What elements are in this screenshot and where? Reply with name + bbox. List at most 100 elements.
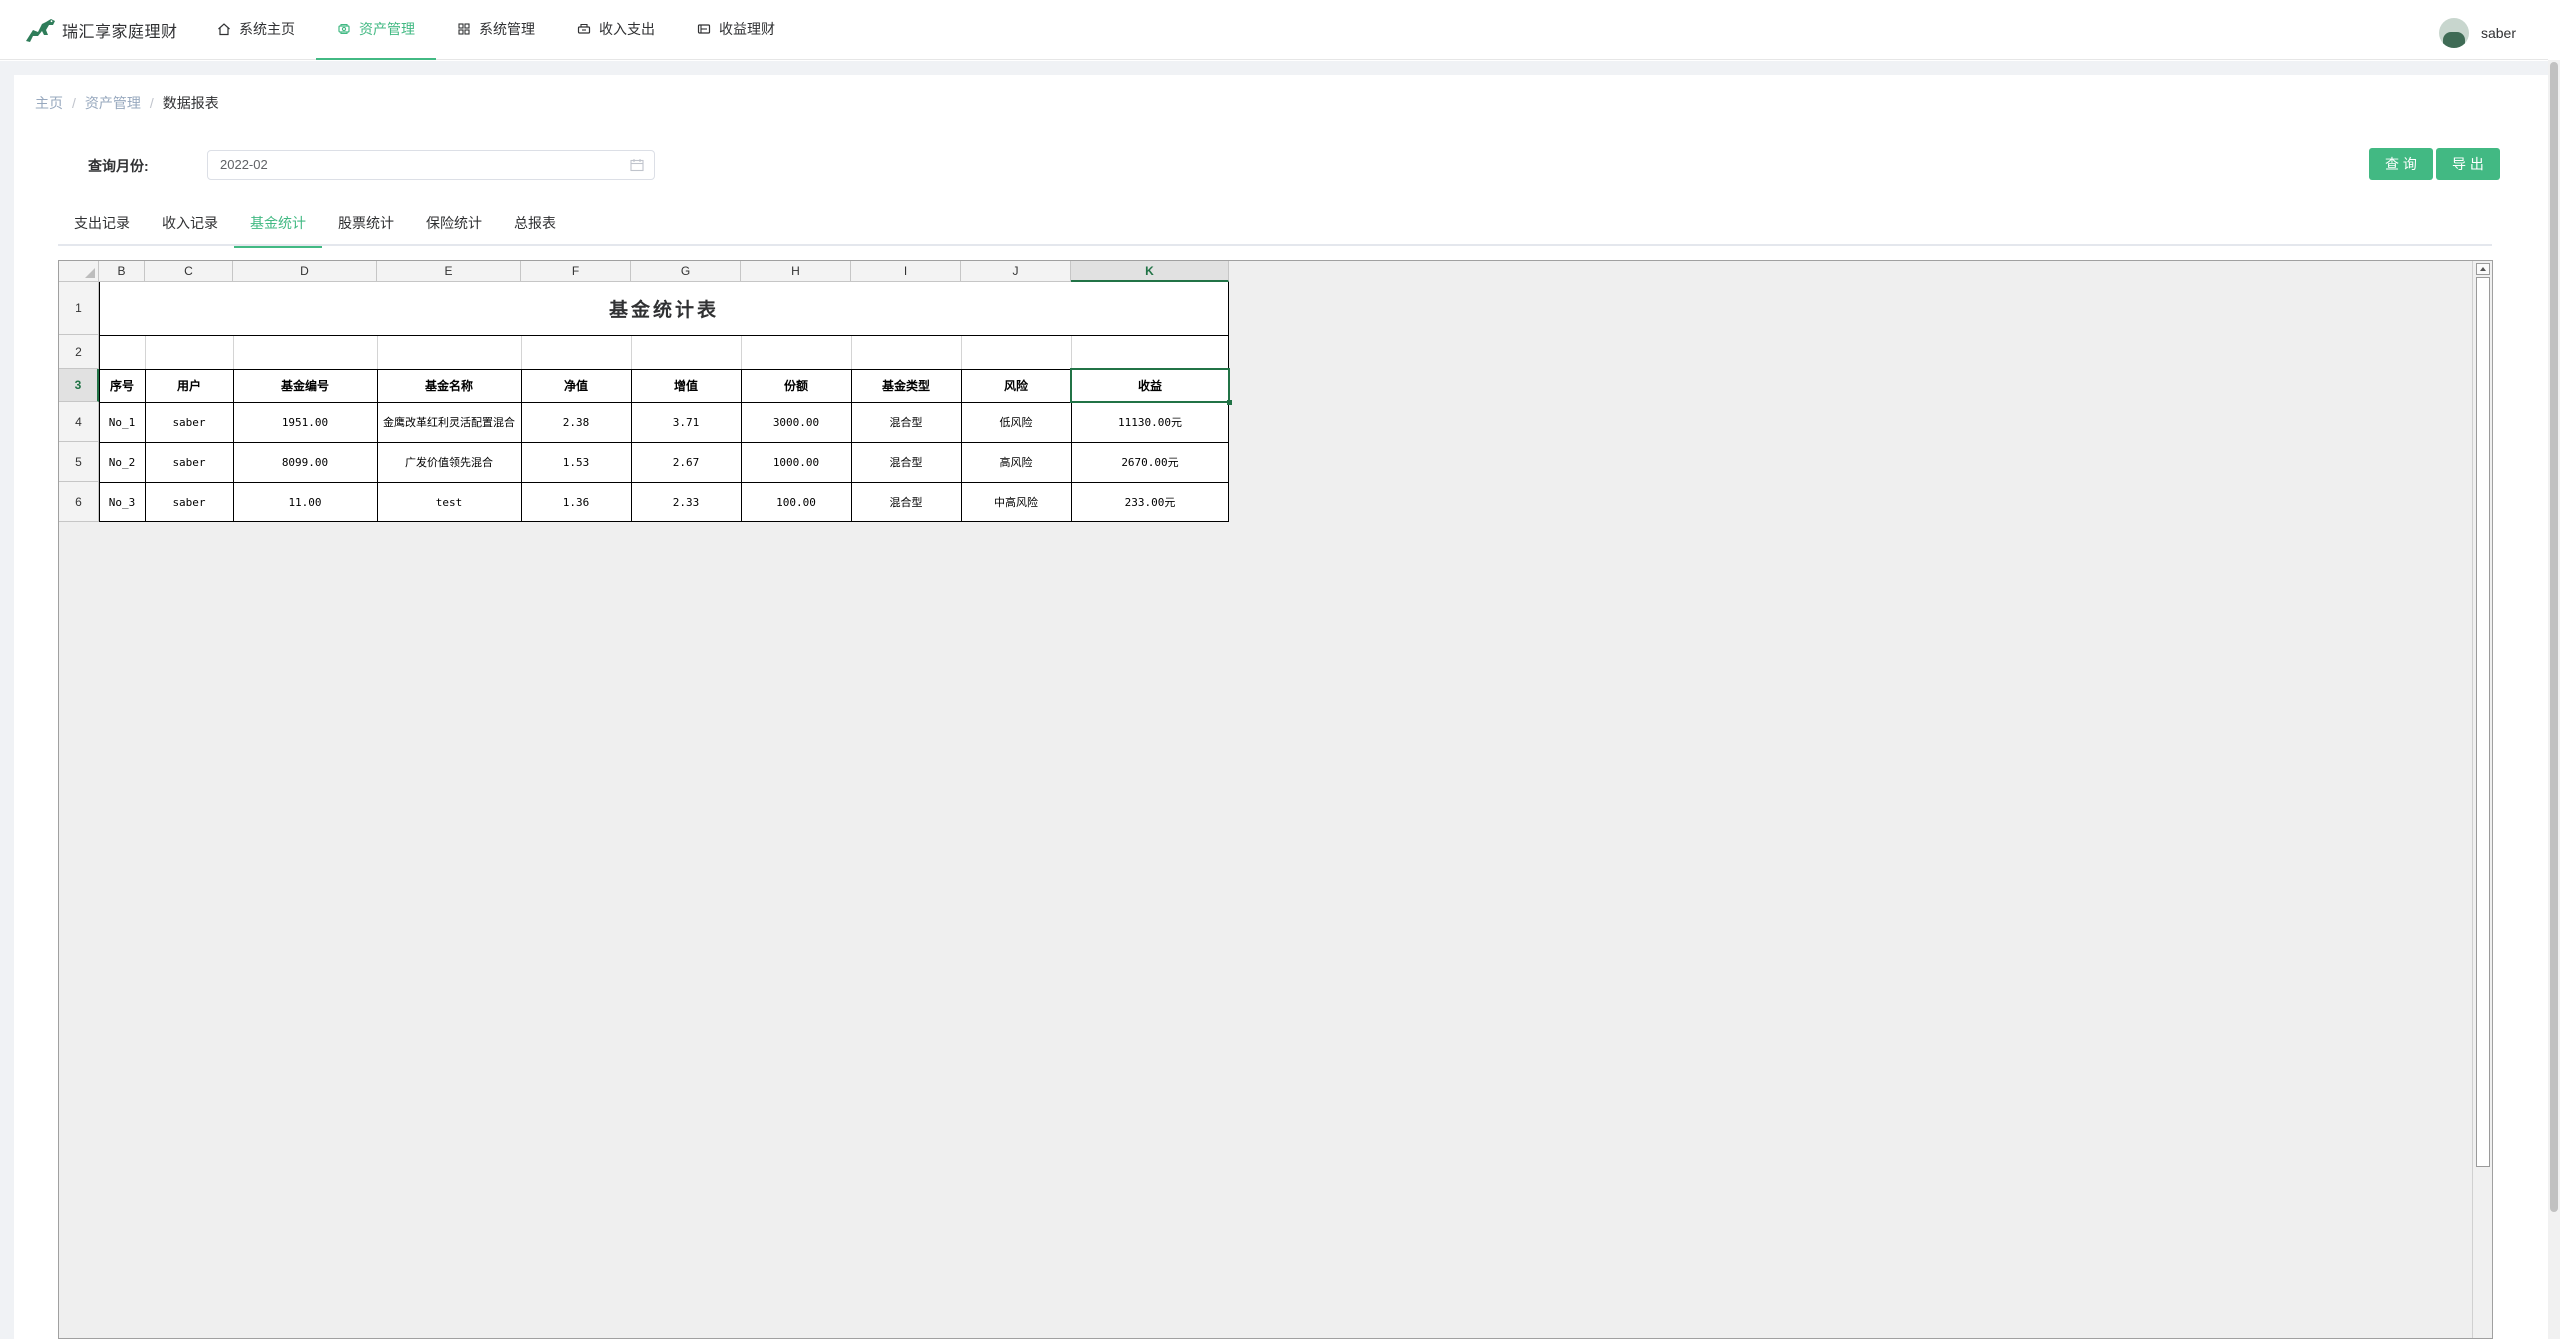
tab-3[interactable]: 股票统计: [322, 208, 410, 246]
username: saber: [2480, 25, 2516, 41]
sheet-title[interactable]: 基金统计表: [99, 282, 1229, 335]
table-cell[interactable]: 2.67: [631, 442, 741, 482]
app-title: 瑞汇享家庭理财: [62, 24, 178, 41]
table-header-cell[interactable]: 序号: [99, 369, 145, 402]
table-cell[interactable]: saber: [145, 442, 233, 482]
report-tabs: 支出记录 收入记录 基金统计 股票统计 保险统计 总报表: [58, 208, 2492, 248]
column-header[interactable]: B: [99, 261, 145, 282]
nav-item-3[interactable]: 收入支出: [556, 0, 676, 60]
table-cell[interactable]: 11130.00元: [1071, 402, 1229, 442]
table-cell[interactable]: 100.00: [741, 482, 851, 522]
tab-5[interactable]: 总报表: [498, 208, 572, 246]
table-cell[interactable]: test: [377, 482, 521, 522]
table-cell[interactable]: 2.38: [521, 402, 631, 442]
main-menu: 系统主页 资产管理 系统管理 收入支出 收益理财: [196, 0, 796, 60]
nav-item-4[interactable]: 收益理财: [676, 0, 796, 60]
column-header[interactable]: D: [233, 261, 377, 282]
table-cell[interactable]: 3.71: [631, 402, 741, 442]
finance-icon: [697, 24, 711, 34]
app-logo[interactable]: 瑞汇享家庭理财: [24, 16, 178, 44]
table-header-cell[interactable]: 增值: [631, 369, 741, 402]
table-cell[interactable]: 广发价值领先混合: [377, 442, 521, 482]
column-header[interactable]: E: [377, 261, 521, 282]
tab-1[interactable]: 收入记录: [146, 208, 234, 246]
content-gutter-top: [0, 61, 2548, 75]
content-gutter-left: [0, 61, 14, 1339]
table-cell[interactable]: 低风险: [961, 402, 1071, 442]
table-cell[interactable]: 2.33: [631, 482, 741, 522]
table-cell[interactable]: 高风险: [961, 442, 1071, 482]
asset-icon: [338, 23, 350, 35]
nav-item-label: 系统管理: [479, 21, 535, 37]
table-header-cell[interactable]: 基金类型: [851, 369, 961, 402]
nav-item-1[interactable]: 资产管理: [316, 0, 436, 60]
column-header[interactable]: K: [1071, 261, 1229, 282]
month-picker-input[interactable]: 2022-02: [207, 150, 655, 180]
row-header[interactable]: 1: [59, 282, 99, 335]
row-header[interactable]: 5: [59, 442, 99, 482]
column-header[interactable]: G: [631, 261, 741, 282]
table-cell[interactable]: No_1: [99, 402, 145, 442]
month-value: 2022-02: [220, 157, 268, 172]
tab-4[interactable]: 保险统计: [410, 208, 498, 246]
table-cell[interactable]: 1000.00: [741, 442, 851, 482]
column-header[interactable]: F: [521, 261, 631, 282]
row-header[interactable]: 3: [59, 369, 99, 402]
spreadsheet[interactable]: BCDEFGHIJK 123456 基金统计表序号 用户 基金编号 基金名称 净值 增值份…: [58, 260, 2493, 1339]
home-icon: [218, 23, 230, 36]
tab-2[interactable]: 基金统计: [234, 208, 322, 248]
table-cell[interactable]: saber: [145, 482, 233, 522]
grid-icon: [458, 23, 470, 35]
table-header-cell[interactable]: 风险: [961, 369, 1071, 402]
breadcrumb: 主页 / 资产管理 / 数据报表: [35, 95, 219, 111]
tab-0[interactable]: 支出记录: [58, 208, 146, 246]
table-header-cell[interactable]: 基金名称: [377, 369, 521, 402]
breadcrumb-home[interactable]: 主页: [35, 95, 63, 111]
row-header[interactable]: 2: [59, 335, 99, 369]
calendar-icon: [630, 159, 644, 172]
table-cell[interactable]: 金鹰改革红利灵活配置混合: [377, 402, 521, 442]
export-button[interactable]: 导 出: [2436, 148, 2500, 180]
avatar[interactable]: [2438, 18, 2469, 48]
table-cell[interactable]: 混合型: [851, 442, 961, 482]
table-header-cell[interactable]: 净值: [521, 369, 631, 402]
active-cell-selection[interactable]: [1070, 368, 1232, 405]
breadcrumb-asset-management[interactable]: 资产管理: [85, 95, 141, 111]
user-menu[interactable]: saber: [2438, 18, 2516, 48]
nav-item-0[interactable]: 系统主页: [196, 0, 316, 60]
table-cell[interactable]: 11.00: [233, 482, 377, 522]
table-cell[interactable]: 3000.00: [741, 402, 851, 442]
month-label: 查询月份:: [88, 158, 149, 174]
row-header[interactable]: 4: [59, 402, 99, 442]
column-header[interactable]: J: [961, 261, 1071, 282]
table-cell[interactable]: 混合型: [851, 402, 961, 442]
query-button[interactable]: 查 询: [2369, 148, 2433, 180]
row-header[interactable]: 6: [59, 482, 99, 522]
scroll-up-arrow[interactable]: [2476, 263, 2490, 275]
table-cell[interactable]: 中高风险: [961, 482, 1071, 522]
nav-item-2[interactable]: 系统管理: [436, 0, 556, 60]
table-cell[interactable]: 1951.00: [233, 402, 377, 442]
table-cell[interactable]: No_2: [99, 442, 145, 482]
scroll-thumb[interactable]: [2476, 277, 2490, 1167]
table-cell[interactable]: 混合型: [851, 482, 961, 522]
sheet-grid[interactable]: 基金统计表 序号 用户 基金编号 基金名称 净值 增值 份额 基金类型 风险 收益 No_1 saber…: [99, 282, 1232, 522]
sheet-vertical-scrollbar[interactable]: [2472, 261, 2492, 1338]
table-cell[interactable]: 1.36: [521, 482, 631, 522]
column-header[interactable]: C: [145, 261, 233, 282]
column-header[interactable]: I: [851, 261, 961, 282]
page-scrollbar[interactable]: [2548, 60, 2560, 1339]
table-cell[interactable]: 2670.00元: [1071, 442, 1229, 482]
table-header-cell[interactable]: 用户: [145, 369, 233, 402]
table-cell[interactable]: 8099.00: [233, 442, 377, 482]
table-cell[interactable]: 233.00元: [1071, 482, 1229, 522]
table-header-cell[interactable]: 基金编号: [233, 369, 377, 402]
select-all-corner[interactable]: [59, 261, 99, 282]
breadcrumb-current: 数据报表: [162, 95, 219, 111]
table-cell[interactable]: No_3: [99, 482, 145, 522]
table-cell[interactable]: 1.53: [521, 442, 631, 482]
column-header[interactable]: H: [741, 261, 851, 282]
top-navbar: 瑞汇享家庭理财 系统主页 资产管理 系统管理 收入支出 收益理财 saber: [0, 0, 2548, 60]
table-header-cell[interactable]: 份额: [741, 369, 851, 402]
table-cell[interactable]: saber: [145, 402, 233, 442]
